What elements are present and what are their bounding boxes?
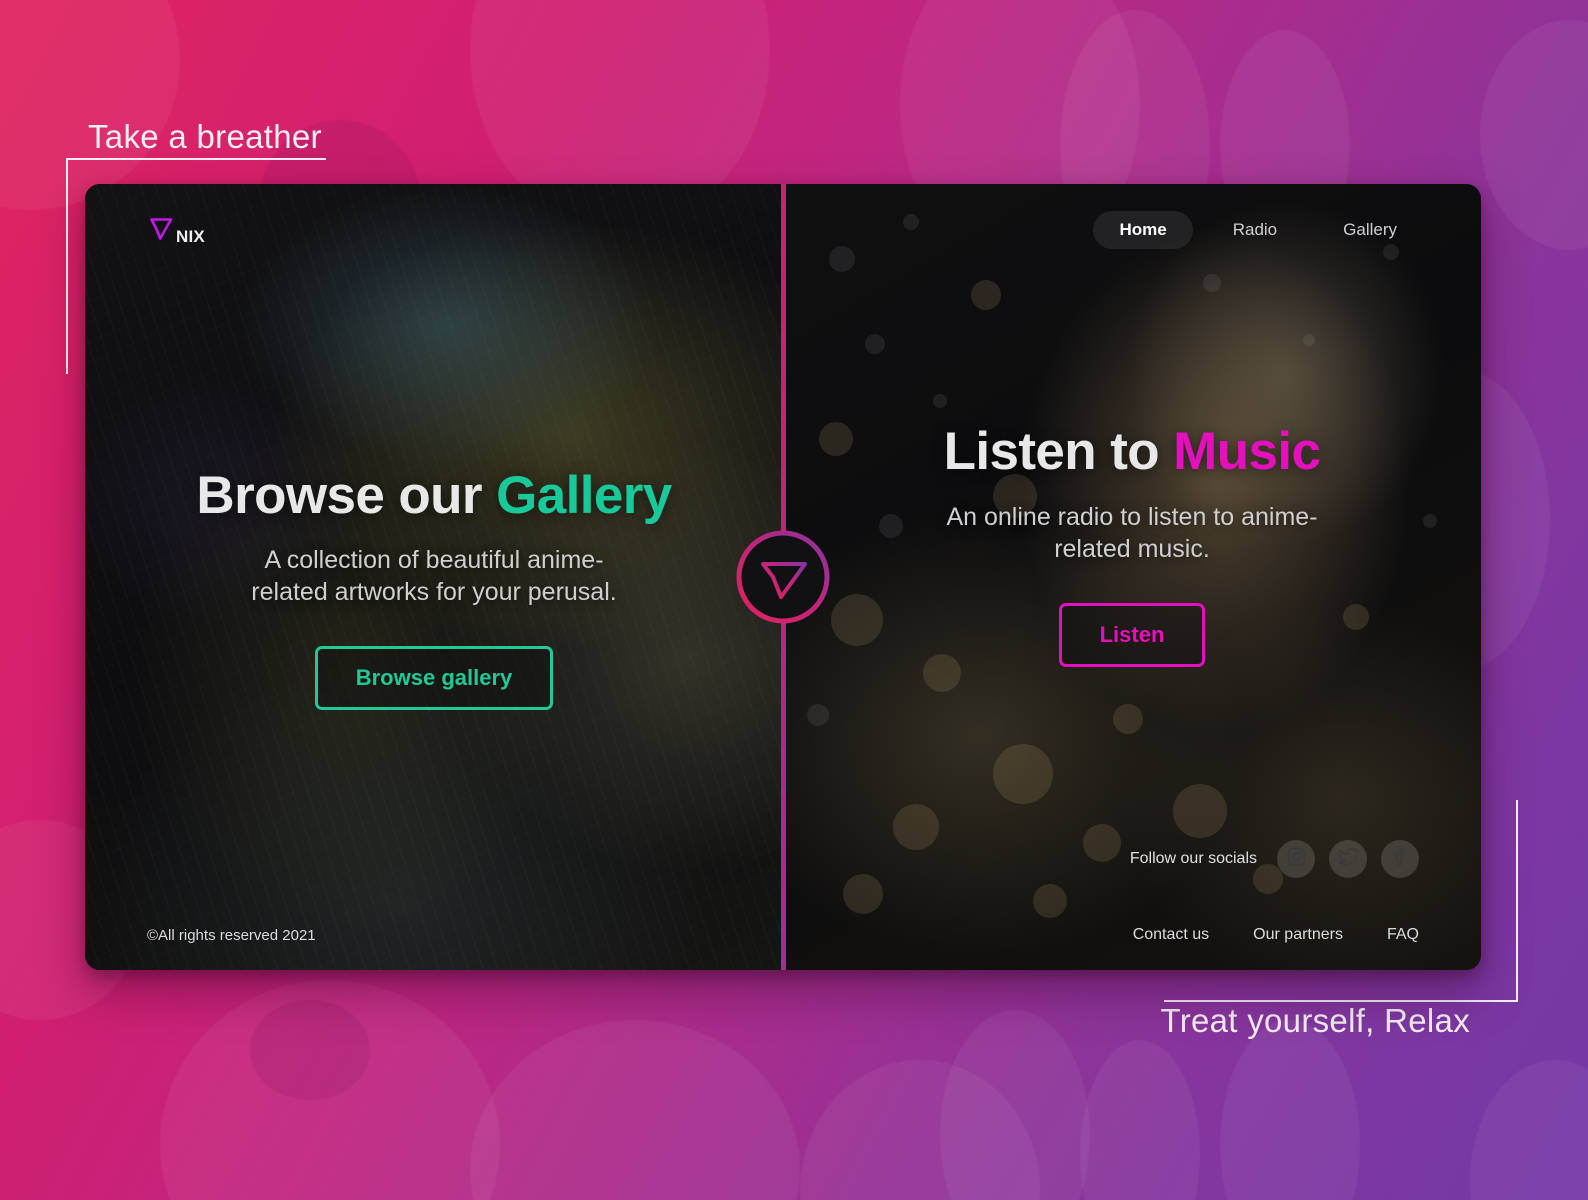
gallery-heading-accent: Gallery <box>496 465 672 525</box>
music-hero: Listen to Music An online radio to liste… <box>783 250 1481 840</box>
copyright-text: ©All rights reserved 2021 <box>147 927 316 944</box>
nav-item-radio[interactable]: Radio <box>1207 211 1303 249</box>
facebook-icon <box>1390 846 1411 872</box>
footer-links: Contact us Our partners FAQ <box>845 926 1419 944</box>
facebook-button[interactable] <box>1381 840 1419 878</box>
music-heading-plain: Listen to <box>943 422 1174 482</box>
nav-item-gallery[interactable]: Gallery <box>1317 211 1423 249</box>
caption-treat-yourself: Treat yourself, Relax <box>1160 1002 1470 1039</box>
center-logo-badge[interactable] <box>735 529 831 625</box>
music-heading-accent: Music <box>1173 422 1321 482</box>
brand-logo[interactable]: NIX <box>147 214 205 247</box>
socials-row: Follow our socials <box>845 840 1419 878</box>
footer-link-our-partners[interactable]: Our partners <box>1253 926 1343 944</box>
footer-link-faq[interactable]: FAQ <box>1387 926 1419 944</box>
instagram-icon <box>1286 846 1307 872</box>
instagram-button[interactable] <box>1277 840 1315 878</box>
panel-music: Home Radio Gallery Listen to Music An on… <box>783 184 1481 970</box>
music-subtitle: An online radio to listen to anime-relat… <box>946 502 1318 563</box>
socials-label: Follow our socials <box>1129 850 1257 867</box>
gallery-heading: Browse our Gallery <box>196 465 672 525</box>
music-footer: Follow our socials Contact us Our partne… <box>783 840 1481 970</box>
gallery-hero: Browse our Gallery A collection of beaut… <box>85 250 783 927</box>
twitter-button[interactable] <box>1329 840 1367 878</box>
nix-triangle-arrow-icon <box>147 214 175 247</box>
main-navigation: Home Radio Gallery <box>1093 211 1423 249</box>
nav-item-home[interactable]: Home <box>1093 211 1193 249</box>
brand-name: NIX <box>176 226 205 246</box>
browse-gallery-button[interactable]: Browse gallery <box>314 646 554 711</box>
hero-split-card: NIX Browse our Gallery A collection of b… <box>85 184 1481 970</box>
twitter-icon <box>1338 846 1359 872</box>
gallery-footer: ©All rights reserved 2021 <box>85 927 783 970</box>
music-heading: Listen to Music <box>944 423 1321 480</box>
gallery-subtitle: A collection of beautiful anime-related … <box>251 546 617 607</box>
gallery-heading-plain: Browse our <box>196 465 497 525</box>
caption-take-a-breather: Take a breather <box>88 118 322 155</box>
footer-link-contact-us[interactable]: Contact us <box>1133 926 1209 944</box>
panel-gallery: NIX Browse our Gallery A collection of b… <box>85 184 783 970</box>
listen-button[interactable]: Listen <box>1058 602 1206 667</box>
